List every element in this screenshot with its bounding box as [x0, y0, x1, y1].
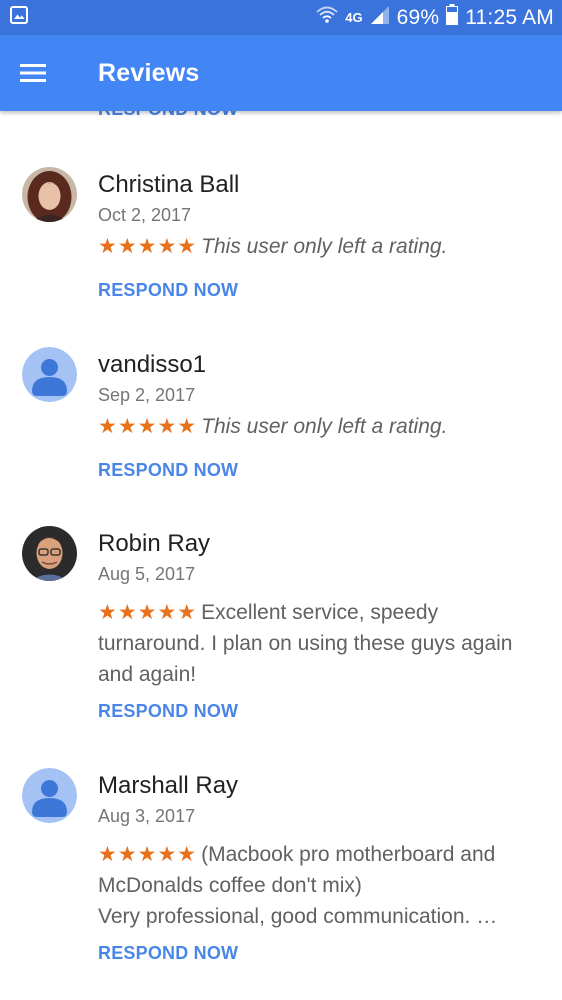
battery-percent: 69%: [396, 5, 440, 29]
hamburger-menu-icon[interactable]: [0, 35, 66, 111]
star-rating: ★★★★★: [98, 235, 198, 258]
reviewer-name: Robin Ray: [98, 530, 211, 557]
review-text-block: ★★★★★ (Macbook pro motherboard and McDona…: [98, 839, 538, 932]
review-date: Oct 2, 2017: [98, 205, 192, 225]
avatar: [22, 167, 77, 222]
reviewer-name: Marshall Ray: [98, 772, 239, 799]
review-text: This user only left a rating.: [201, 235, 448, 258]
default-avatar-icon: [22, 768, 77, 823]
image-icon: [10, 6, 28, 29]
respond-now-button[interactable]: RESPOND NOW: [98, 701, 238, 722]
reviews-list[interactable]: RESPOND NOW Christina Ball Oct 2, 2017 ★…: [0, 111, 562, 1000]
star-rating: ★★★★★: [98, 601, 198, 624]
review-text-continued: Very professional, good communication. …: [98, 905, 498, 928]
respond-now-button[interactable]: RESPOND NOW: [98, 280, 238, 301]
signal-icon: [370, 5, 390, 31]
star-rating: ★★★★★: [98, 415, 198, 438]
review-text-block: ★★★★★ This user only left a rating.: [98, 231, 538, 262]
app-bar: Reviews: [0, 35, 562, 111]
reviewer-name: vandisso1: [98, 351, 207, 378]
status-bar: 4G 69% 11:25 AM: [0, 0, 562, 35]
star-rating: ★★★★★: [98, 843, 198, 866]
review-date: Sep 2, 2017: [98, 385, 196, 405]
respond-now-button[interactable]: RESPOND NOW: [98, 460, 238, 481]
clock: 11:25 AM: [465, 5, 554, 29]
review-date: Aug 5, 2017: [98, 564, 196, 584]
avatar: [22, 526, 77, 581]
review-text: This user only left a rating.: [201, 415, 448, 438]
reviewer-name: Christina Ball: [98, 171, 240, 198]
battery-icon: [446, 4, 459, 31]
review-text-block: ★★★★★ This user only left a rating.: [98, 411, 538, 442]
page-title: Reviews: [98, 58, 200, 87]
default-avatar-icon: [22, 347, 77, 402]
network-type: 4G: [345, 10, 363, 25]
respond-now-button[interactable]: RESPOND NOW: [98, 943, 238, 964]
respond-now-button[interactable]: RESPOND NOW: [98, 111, 238, 120]
review-text-block: ★★★★★ Excellent service, speedy turnaroun…: [98, 597, 538, 690]
review-date: Aug 3, 2017: [98, 806, 196, 826]
wifi-icon: [316, 5, 338, 31]
